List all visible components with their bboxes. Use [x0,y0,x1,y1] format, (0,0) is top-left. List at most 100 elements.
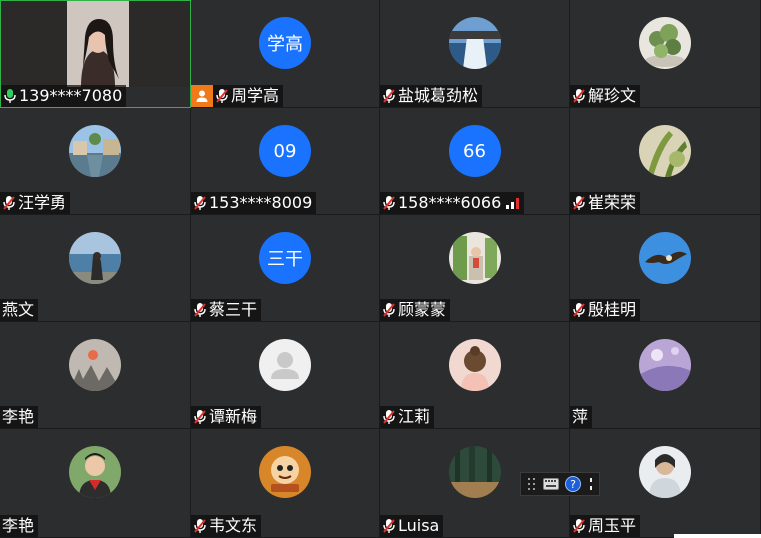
participant-avatar [448,339,501,391]
participant-avatar [69,339,121,391]
participant-name: 李艳 [2,407,35,426]
participant-name: 顾蒙蒙 [398,300,447,319]
microphone-muted-icon [383,196,395,210]
participant-avatar [639,339,691,391]
participant-avatar: 学高 [259,17,311,69]
microphone-muted-icon [194,303,206,317]
participant-tile-10[interactable]: 三干 蔡三干 [191,215,380,322]
participant-avatar: 三干 [259,232,311,284]
signal-strength-icon [506,198,520,209]
participant-tile-4[interactable]: 解珍文 [570,0,761,108]
participant-name-tag: 汪学勇 [0,192,71,214]
participant-avatar [448,446,501,498]
participant-name-tag: 139****7080 [1,85,127,107]
microphone-muted-icon [3,196,15,210]
help-icon[interactable]: ? [565,476,581,492]
participant-name: 153****8009 [209,193,313,212]
drag-handle-icon[interactable] [527,477,537,491]
participant-name-tag: Luisa [380,515,444,537]
microphone-muted-icon [383,410,395,424]
participant-name-tag: 周玉平 [570,515,641,537]
participant-name-tag: 158****6066 [380,192,525,214]
participant-name: 崔荣荣 [588,193,637,212]
keyboard-icon[interactable] [543,478,559,490]
participant-tile-15[interactable]: 江莉 [380,322,570,429]
microphone-muted-icon [573,303,585,317]
participant-name: 盐城葛劲松 [398,86,479,105]
participant-tile-5[interactable]: 汪学勇 [0,108,191,215]
participant-avatar [639,125,691,177]
microphone-muted-icon [383,519,395,533]
participant-name-tag: 周学高 [191,85,284,107]
participant-name-tag: 李艳 [0,515,39,537]
participant-name: 江莉 [398,407,431,426]
participant-tile-13[interactable]: 李艳 [0,322,191,429]
participant-name-tag: 顾蒙蒙 [380,299,451,321]
participant-name-tag: 萍 [570,406,593,428]
microphone-muted-icon [383,303,395,317]
participant-name-tag: 李艳 [0,406,39,428]
participant-name: 解珍文 [588,86,637,105]
microphone-muted-icon [216,89,228,103]
participant-name-tag: 153****8009 [191,192,317,214]
participant-tile-3[interactable]: 盐城葛劲松 [380,0,570,108]
participant-avatar [69,232,121,284]
participant-name-tag: 谭新梅 [191,406,262,428]
svg-text:?: ? [570,478,576,491]
participant-avatar [259,446,311,498]
participant-tile-8[interactable]: 崔荣荣 [570,108,761,215]
microphone-on-icon [4,89,16,103]
floating-toolbar[interactable]: ? [520,472,600,496]
participant-name: 周玉平 [588,516,637,535]
participant-name-tag: 解珍文 [570,85,641,107]
participant-name-tag: 殷桂明 [570,299,641,321]
participant-name: 李艳 [2,516,35,535]
participant-tile-9[interactable]: 燕文 [0,215,191,322]
microphone-muted-icon [194,196,206,210]
participant-tile-2[interactable]: 学高 周学高 [191,0,380,108]
participant-tile-12[interactable]: 殷桂明 [570,215,761,322]
participant-name-tag: 崔荣荣 [570,192,641,214]
participant-tile-16[interactable]: 萍 [570,322,761,429]
participant-name-tag: 韦文东 [191,515,262,537]
participant-name: 韦文东 [209,516,258,535]
microphone-muted-icon [573,519,585,533]
participant-name: Luisa [398,516,440,535]
participant-grid: 139****7080 学高 周学高 盐城葛劲松 解珍文 汪学勇 09 153*… [0,0,761,538]
participant-tile-18[interactable]: 韦文东 [191,429,380,538]
participant-avatar [259,339,311,391]
participant-tile-11[interactable]: 顾蒙蒙 [380,215,570,322]
participant-name-tag: 盐城葛劲松 [380,85,483,107]
participant-name-tag: 蔡三干 [191,299,262,321]
participant-avatar: 09 [259,125,311,177]
participant-tile-14[interactable]: 谭新梅 [191,322,380,429]
expand-collapse-icon[interactable] [587,477,595,491]
participant-name-tag: 燕文 [0,299,39,321]
microphone-muted-icon [383,89,395,103]
participant-avatar [639,232,691,284]
participant-name: 汪学勇 [18,193,67,212]
participant-video [1,1,190,87]
participant-avatar [69,125,121,177]
microphone-muted-icon [194,410,206,424]
host-badge-icon [191,85,213,107]
participant-avatar [448,17,501,69]
participant-name: 139****7080 [19,86,123,105]
microphone-muted-icon [194,519,206,533]
participant-name: 158****6066 [398,193,502,212]
participant-name: 萍 [572,407,589,426]
participant-avatar [639,446,691,498]
participant-avatar [448,232,501,284]
participant-tile-1[interactable]: 139****7080 [0,0,191,108]
participant-tile-6[interactable]: 09 153****8009 [191,108,380,215]
microphone-muted-icon [573,89,585,103]
participant-name: 燕文 [2,300,35,319]
participant-avatar [639,17,691,69]
microphone-muted-icon [573,196,585,210]
participant-name: 殷桂明 [588,300,637,319]
participant-name-tag: 江莉 [380,406,435,428]
participant-avatar [69,446,121,498]
window-edge [674,534,761,538]
participant-tile-17[interactable]: 李艳 [0,429,191,538]
participant-tile-7[interactable]: 66 158****6066 [380,108,570,215]
